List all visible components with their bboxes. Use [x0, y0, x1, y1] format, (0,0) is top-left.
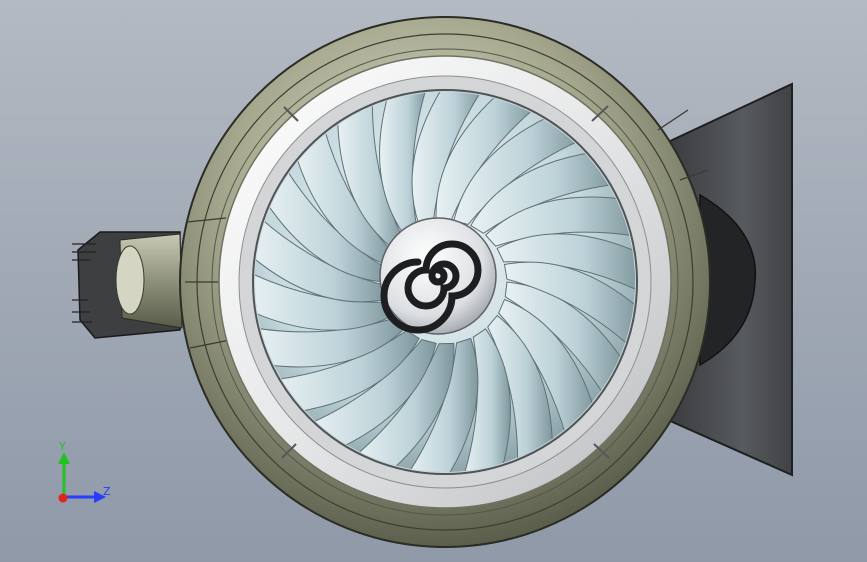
axis-x-dot — [58, 493, 68, 503]
left-intake-assembly — [72, 231, 183, 339]
orientation-triad[interactable]: Y Z — [50, 440, 120, 510]
axis-z-label: Z — [103, 485, 111, 498]
axis-y-arrow — [58, 452, 70, 497]
engine-model-scene[interactable] — [0, 0, 867, 562]
cad-viewport[interactable]: Y Z — [0, 0, 867, 562]
spinner-hub — [379, 217, 497, 335]
axis-y-label: Y — [59, 440, 66, 453]
axis-z-arrow — [64, 491, 106, 503]
